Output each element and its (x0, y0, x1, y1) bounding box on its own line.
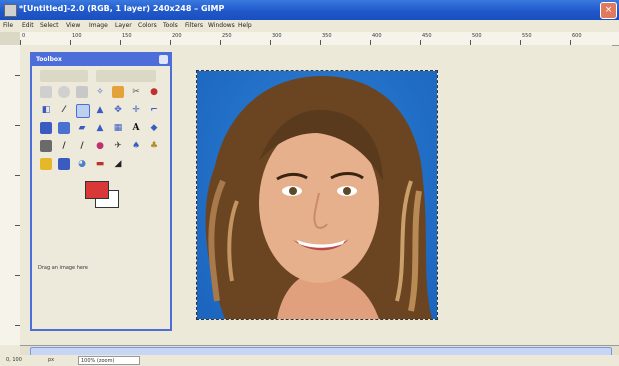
crop-icon[interactable]: ⌐ (148, 104, 160, 116)
portrait-image (205, 76, 432, 319)
toolbox-panel: Toolbox ✧ ✂ ● ◧ ⁄ ▲ ✥ ✛ ⌐ ▰ ▲ ▦ A ◆ / / … (30, 52, 172, 331)
perspective-icon[interactable]: ▲ (94, 122, 106, 134)
ruler-label: 550 (522, 33, 532, 39)
zoom-icon[interactable] (76, 104, 90, 118)
align-icon[interactable]: ✛ (130, 104, 142, 116)
flip-icon[interactable]: ▦ (112, 122, 124, 134)
unit-selector[interactable]: px (48, 355, 54, 366)
shear-icon[interactable]: ▰ (76, 122, 88, 134)
close-button[interactable]: × (600, 2, 617, 19)
rotate-icon[interactable] (40, 122, 52, 134)
tool-menu-bar-right[interactable] (96, 70, 156, 82)
eraser-icon[interactable]: ● (94, 140, 106, 152)
heal-icon[interactable] (40, 158, 52, 170)
rect-select-icon[interactable] (40, 86, 52, 98)
blur-icon[interactable]: ◕ (76, 158, 88, 170)
toolbox-drop-hint: Drag an image here (38, 265, 88, 271)
ruler-label: 150 (122, 33, 132, 39)
ruler-corner (0, 32, 20, 45)
paintbrush-icon[interactable]: / (76, 140, 88, 152)
window-title: *[Untitled]-2.0 (RGB, 1 layer) 240x248 –… (19, 4, 225, 13)
image-canvas[interactable] (196, 70, 438, 320)
color-picker-icon[interactable]: ⁄ (58, 104, 70, 116)
ruler-label: 300 (272, 33, 282, 39)
app-icon (4, 4, 17, 17)
ink-icon[interactable]: ♠ (130, 140, 142, 152)
ruler-label: 450 (422, 33, 432, 39)
window-titlebar: *[Untitled]-2.0 (RGB, 1 layer) 240x248 –… (0, 0, 619, 20)
select-by-color-icon[interactable] (112, 86, 124, 98)
menu-edit[interactable]: Edit (22, 20, 34, 32)
menu-select[interactable]: Select (40, 20, 59, 32)
move-icon[interactable]: ✥ (112, 104, 124, 116)
statusbar: 0, 100 px 100% (zoom) (0, 355, 619, 366)
menubar: File Edit Select View Image Layer Colors… (0, 20, 619, 32)
menu-file[interactable]: File (3, 20, 13, 32)
menu-help[interactable]: Help (238, 20, 252, 32)
ruler-label: 200 (172, 33, 182, 39)
horizontal-ruler[interactable]: 0 100 150 200 250 300 350 400 450 500 55… (20, 32, 619, 46)
toolbox-title: Toolbox (36, 56, 62, 63)
airbrush-icon[interactable]: ✈ (112, 140, 124, 152)
text-tool-icon[interactable]: A (130, 122, 142, 134)
pointer-coordinates: 0, 100 (6, 357, 22, 363)
portrait-photo (197, 71, 437, 319)
ruler-label: 0 (22, 33, 26, 39)
foreground-select-icon[interactable]: ● (148, 86, 160, 98)
tool-menu-bar[interactable] (40, 70, 88, 82)
toolbox-close-button[interactable] (159, 55, 168, 64)
dodge-burn-icon[interactable]: ◢ (112, 158, 124, 170)
menu-colors[interactable]: Colors (138, 20, 157, 32)
perspective-clone-icon[interactable] (58, 158, 70, 170)
smudge-icon[interactable]: ▬ (94, 158, 106, 170)
ruler-label: 400 (372, 33, 382, 39)
vertical-ruler[interactable] (0, 45, 21, 345)
menu-view[interactable]: View (66, 20, 80, 32)
ellipse-select-icon[interactable] (58, 86, 70, 98)
ruler-label: 500 (472, 33, 482, 39)
measure-icon[interactable]: ▲ (94, 104, 106, 116)
menu-layer[interactable]: Layer (115, 20, 132, 32)
bucket-fill-icon[interactable]: ◆ (148, 122, 160, 134)
zoom-field[interactable]: 100% (zoom) (78, 356, 140, 365)
pencil-icon[interactable]: / (58, 140, 70, 152)
menu-filters[interactable]: Filters (185, 20, 203, 32)
ruler-label: 600 (572, 33, 582, 39)
scale-icon[interactable] (58, 122, 70, 134)
blend-icon[interactable] (40, 140, 52, 152)
scissors-icon[interactable]: ✂ (130, 86, 142, 98)
menu-image[interactable]: Image (89, 20, 108, 32)
menu-tools[interactable]: Tools (163, 20, 178, 32)
toolbox-titlebar: Toolbox (32, 54, 170, 66)
foreground-color-swatch[interactable] (85, 181, 109, 199)
menu-windows[interactable]: Windows (208, 20, 235, 32)
free-select-icon[interactable] (76, 86, 88, 98)
paths-icon[interactable]: ◧ (40, 104, 52, 116)
ruler-label: 350 (322, 33, 332, 39)
ruler-label: 250 (222, 33, 232, 39)
ruler-label: 100 (72, 33, 82, 39)
fuzzy-select-icon[interactable]: ✧ (94, 86, 106, 98)
clone-icon[interactable]: ♣ (148, 140, 160, 152)
